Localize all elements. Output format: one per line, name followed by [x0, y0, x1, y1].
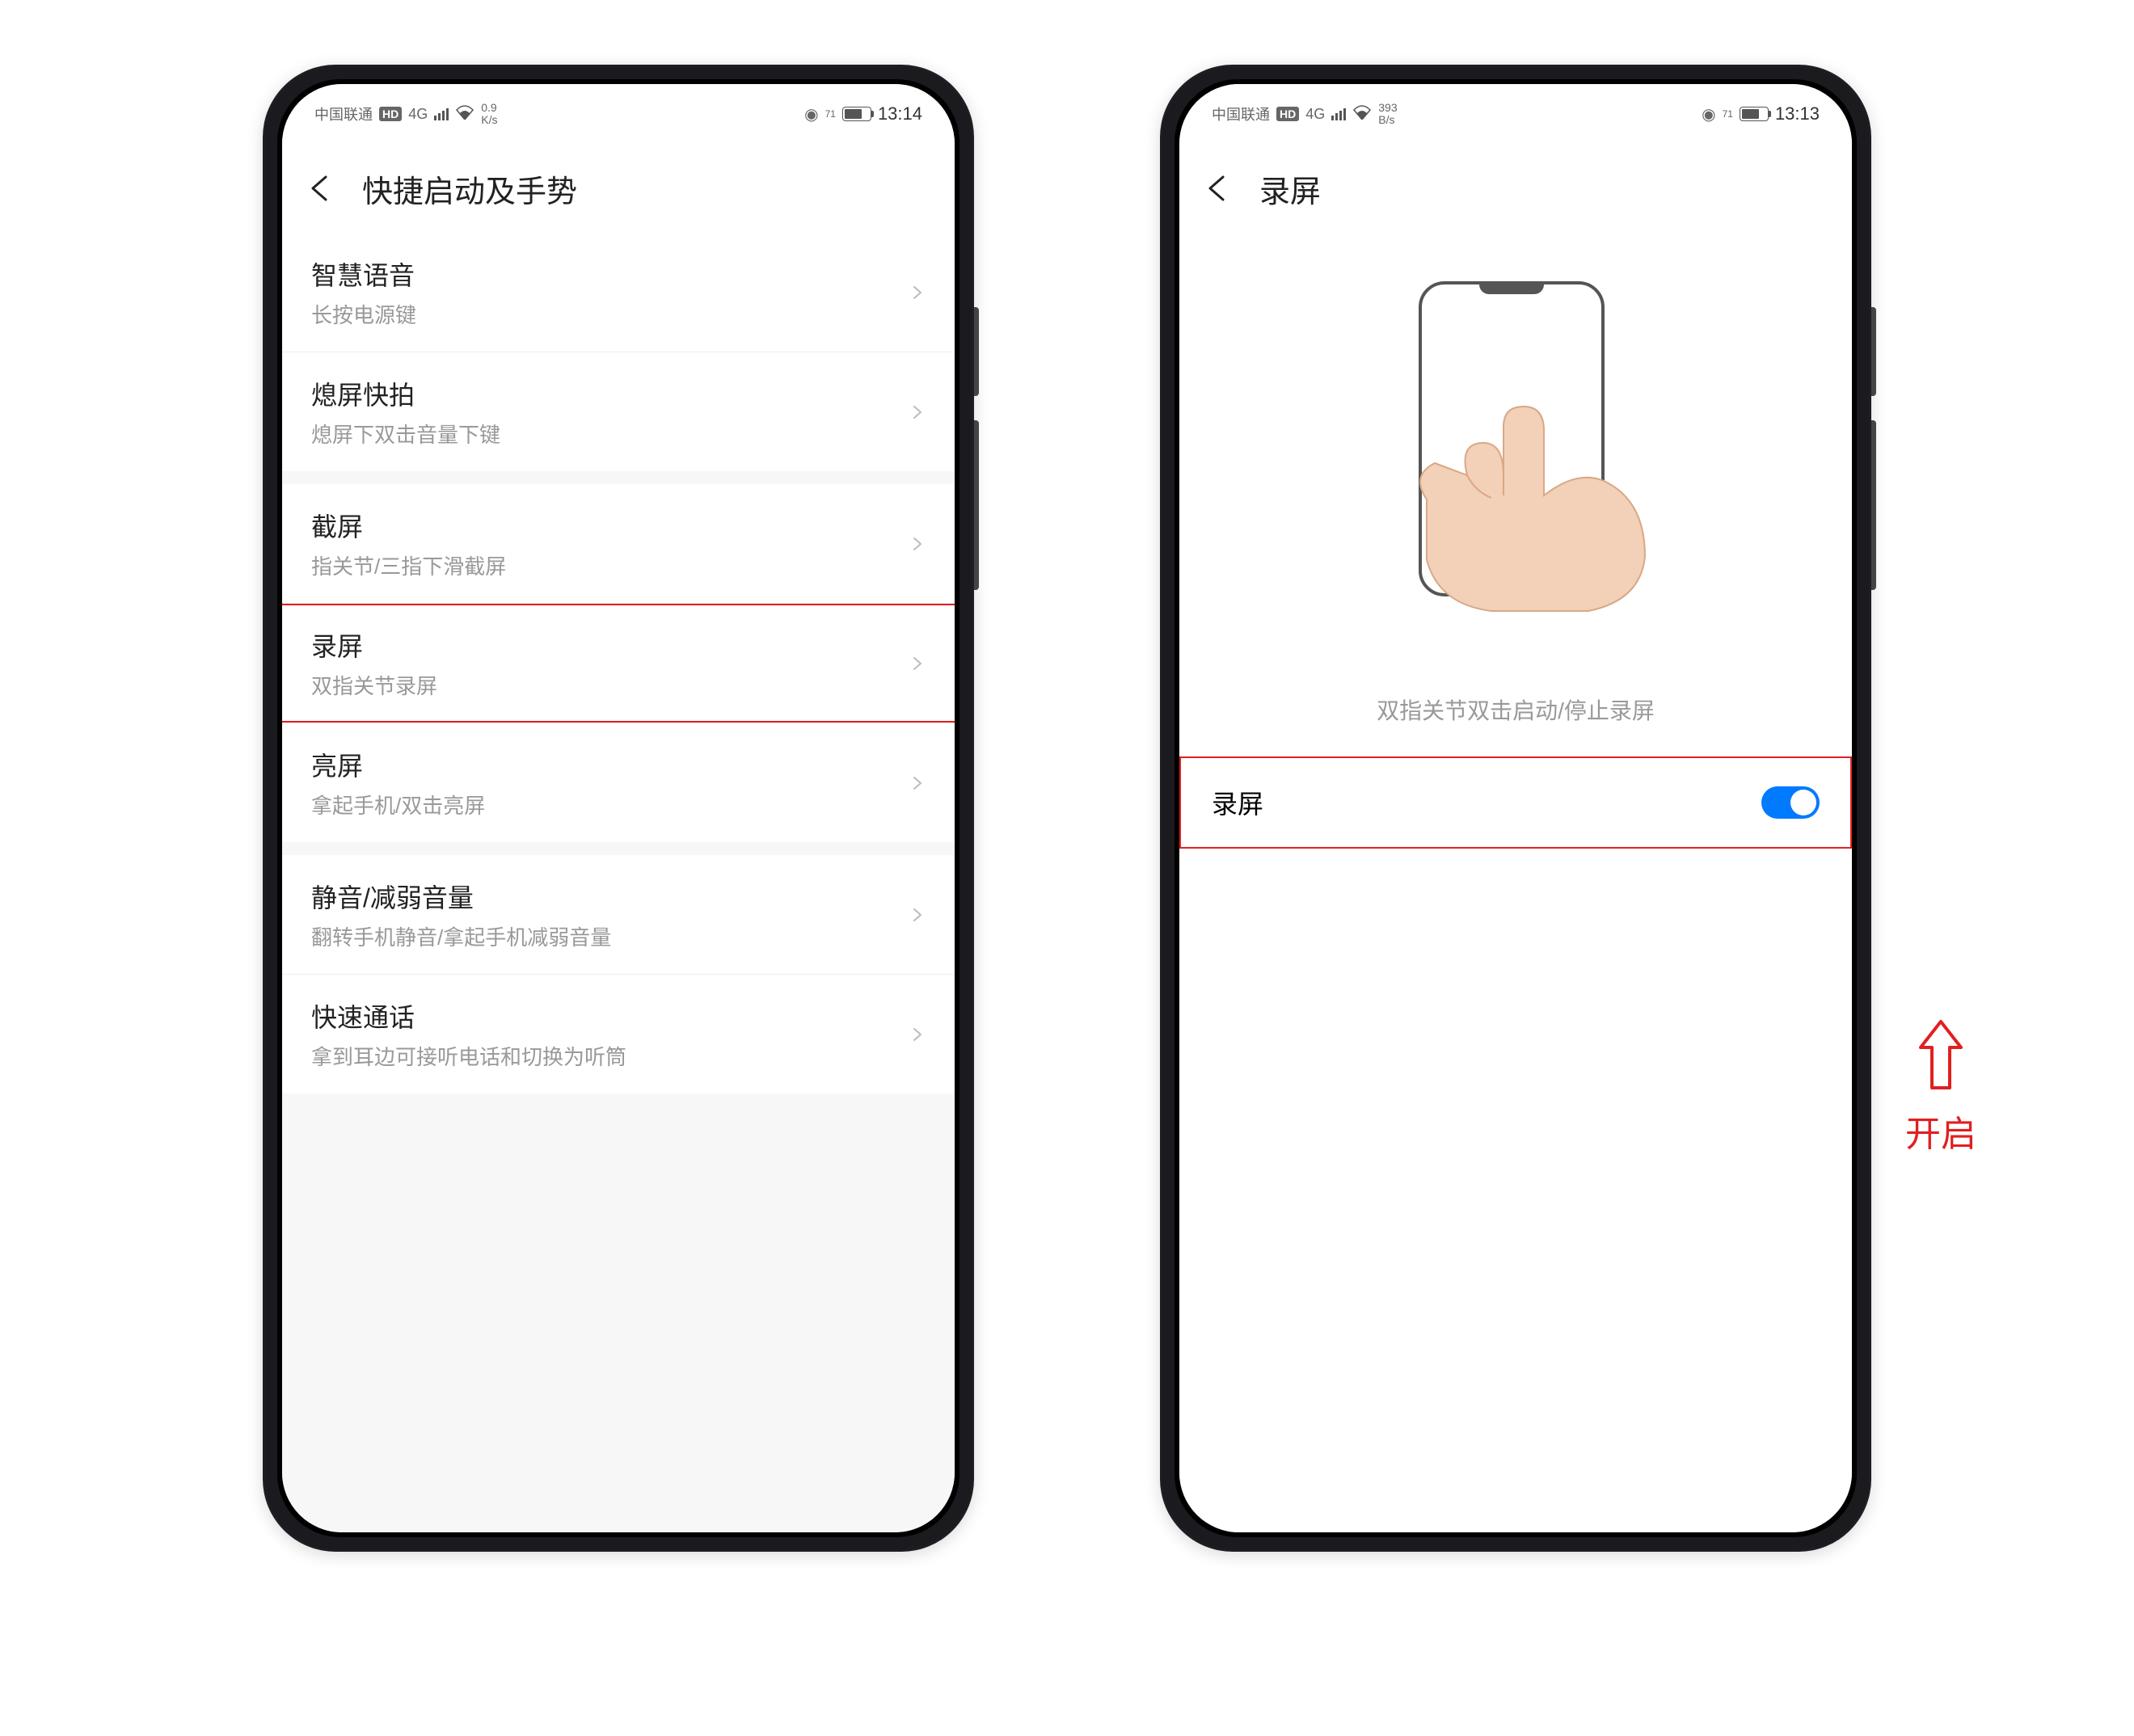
- data-speed: 393B/s: [1378, 102, 1397, 125]
- chevron-right-icon: [909, 907, 926, 923]
- annotation-label: 开启: [1905, 1105, 1976, 1157]
- hd-badge: HD: [1276, 107, 1299, 121]
- back-button[interactable]: [306, 171, 342, 206]
- wifi-icon: [1352, 105, 1372, 124]
- item-subtitle: 长按电源键: [311, 299, 416, 329]
- arrow-up-icon: [1916, 1018, 1966, 1095]
- item-title: 智慧语音: [311, 255, 416, 293]
- wifi-icon: [455, 105, 474, 124]
- side-button: [1871, 420, 1876, 590]
- hand-graphic: [1394, 370, 1685, 613]
- settings-group: 静音/减弱音量翻转手机静音/拿起手机减弱音量快速通话拿到耳边可接听电话和切换为听…: [282, 855, 955, 1093]
- item-subtitle: 拿起手机/双击亮屏: [311, 790, 485, 820]
- carrier-label: 中国联通: [314, 103, 373, 124]
- eye-comfort-icon: ◉: [804, 104, 818, 124]
- phone-frame-right: 中国联通 HD 4G 393B/s ◉ 71: [1160, 65, 1871, 1552]
- phone-frame-left: 中国联通 HD 4G 0.9K/s ◉ 71: [263, 65, 974, 1552]
- clock: 13:13: [1775, 103, 1820, 124]
- status-bar: 中国联通 HD 4G 393B/s ◉ 71: [1179, 84, 1852, 144]
- item-subtitle: 熄屏下双击音量下键: [311, 419, 500, 449]
- screen-record-settings: 双指关节双击启动/停止录屏 录屏: [1179, 233, 1852, 1532]
- toggle-knob: [1790, 790, 1816, 815]
- item-subtitle: 指关节/三指下滑截屏: [311, 550, 506, 580]
- side-button: [974, 420, 979, 590]
- eye-comfort-icon: ◉: [1702, 104, 1715, 124]
- carrier-label: 中国联通: [1212, 103, 1270, 124]
- clock: 13:14: [878, 103, 922, 124]
- toggle-switch[interactable]: [1761, 786, 1820, 819]
- page-title: 录屏: [1259, 166, 1321, 211]
- settings-item[interactable]: 截屏指关节/三指下滑截屏: [282, 484, 955, 603]
- item-title: 熄屏快拍: [311, 375, 500, 412]
- hd-badge: HD: [379, 107, 402, 121]
- settings-item[interactable]: 亮屏拿起手机/双击亮屏: [282, 723, 955, 842]
- signal-icon: [434, 108, 449, 120]
- instruction-label: 双指关节双击启动/停止录屏: [1179, 637, 1852, 758]
- battery-icon: [842, 107, 871, 121]
- item-title: 录屏: [311, 626, 437, 664]
- settings-item[interactable]: 快速通话拿到耳边可接听电话和切换为听筒: [282, 974, 955, 1093]
- back-button[interactable]: [1204, 171, 1239, 206]
- chevron-right-icon: [909, 655, 926, 672]
- item-title: 静音/减弱音量: [311, 878, 611, 915]
- item-subtitle: 拿到耳边可接听电话和切换为听筒: [311, 1041, 626, 1071]
- settings-item[interactable]: 熄屏快拍熄屏下双击音量下键: [282, 352, 955, 471]
- side-button: [974, 307, 979, 396]
- item-subtitle: 双指关节录屏: [311, 670, 437, 700]
- item-title: 截屏: [311, 507, 506, 544]
- nav-header: 快捷启动及手势: [282, 144, 955, 233]
- chevron-right-icon: [909, 404, 926, 420]
- settings-item[interactable]: 静音/减弱音量翻转手机静音/拿起手机减弱音量: [282, 855, 955, 974]
- chevron-right-icon: [909, 284, 926, 301]
- battery-icon: [1740, 107, 1769, 121]
- signal-icon: [1331, 108, 1346, 120]
- side-button: [1871, 307, 1876, 396]
- battery-percent: 71: [825, 108, 836, 120]
- item-title: 亮屏: [311, 746, 485, 783]
- settings-list: 智慧语音长按电源键熄屏快拍熄屏下双击音量下键截屏指关节/三指下滑截屏录屏双指关节…: [282, 233, 955, 1532]
- settings-item[interactable]: 录屏双指关节录屏: [282, 603, 955, 723]
- chevron-right-icon: [909, 775, 926, 791]
- item-subtitle: 翻转手机静音/拿起手机减弱音量: [311, 921, 611, 951]
- net-label: 4G: [408, 106, 428, 123]
- chevron-right-icon: [909, 1026, 926, 1043]
- settings-group: 截屏指关节/三指下滑截屏录屏双指关节录屏亮屏拿起手机/双击亮屏: [282, 484, 955, 842]
- page-title: 快捷启动及手势: [362, 166, 577, 211]
- status-bar: 中国联通 HD 4G 0.9K/s ◉ 71: [282, 84, 955, 144]
- data-speed: 0.9K/s: [481, 102, 497, 125]
- annotation-callout: 开启: [1905, 1018, 1976, 1157]
- chevron-right-icon: [909, 536, 926, 552]
- nav-header: 录屏: [1179, 144, 1852, 233]
- gesture-illustration: [1179, 233, 1852, 637]
- settings-group: 智慧语音长按电源键熄屏快拍熄屏下双击音量下键: [282, 233, 955, 471]
- item-title: 快速通话: [311, 997, 626, 1034]
- screen-record-toggle-row[interactable]: 录屏: [1179, 758, 1852, 847]
- battery-percent: 71: [1723, 108, 1733, 120]
- settings-item[interactable]: 智慧语音长按电源键: [282, 233, 955, 352]
- toggle-label: 录屏: [1212, 784, 1263, 821]
- net-label: 4G: [1305, 106, 1325, 123]
